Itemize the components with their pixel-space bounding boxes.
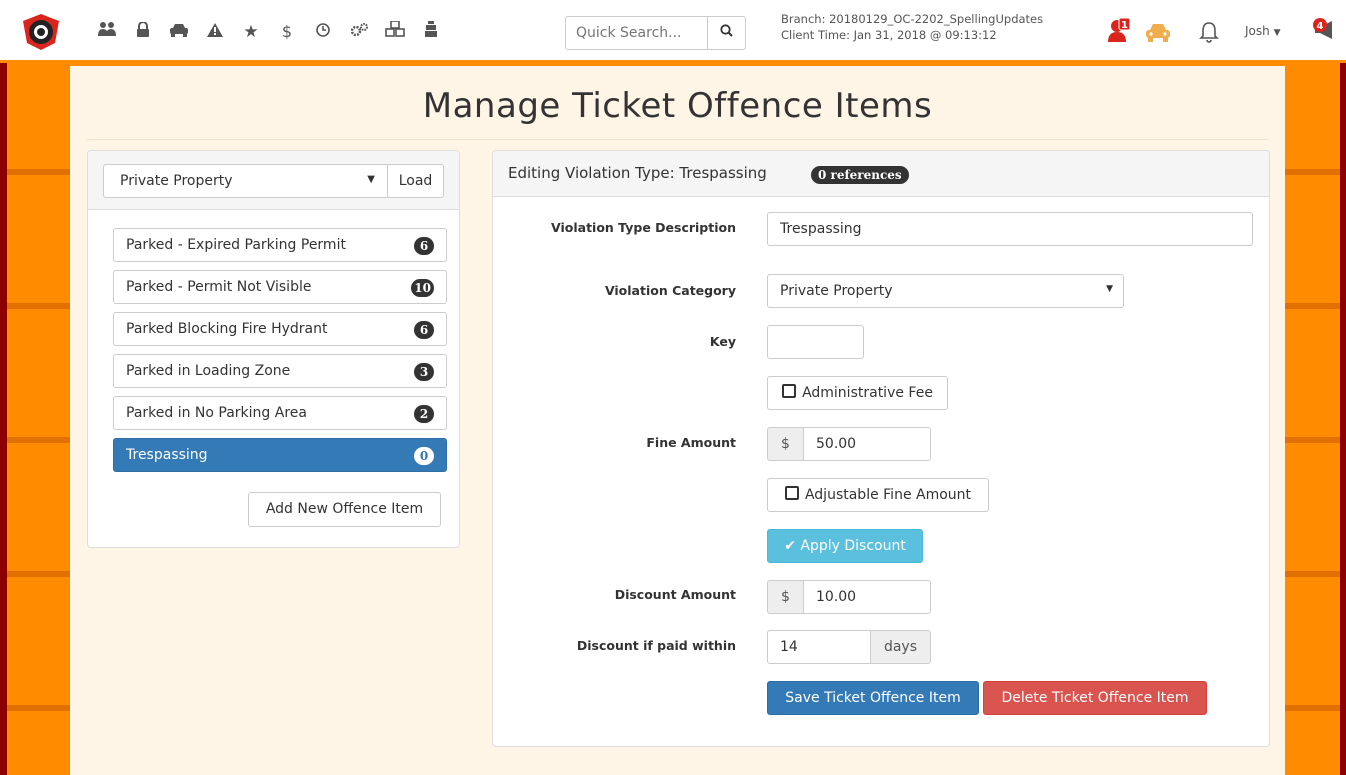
list-item-label: Parked - Expired Parking Permit [126, 237, 346, 253]
list-item-label: Parked in Loading Zone [126, 363, 291, 379]
search-button[interactable] [707, 16, 746, 50]
search-icon [720, 24, 733, 37]
days-addon: days [870, 630, 931, 664]
warning-icon[interactable] [200, 20, 230, 44]
key-label: Key [709, 334, 736, 349]
page-title: Manage Ticket Offence Items [422, 86, 933, 126]
editor-heading: Editing Violation Type: Trespassing [508, 164, 767, 182]
list-item-count: 6 [414, 237, 434, 255]
list-item[interactable]: Parked - Permit Not Visible 10 [113, 270, 447, 304]
app-logo-icon[interactable] [22, 13, 60, 51]
check-icon: ✔ [784, 538, 796, 554]
load-button[interactable]: Load [387, 164, 444, 198]
nav-icon-bar: ★ $ [92, 20, 452, 44]
branch-info: Branch: 20180129_OC-2202_SpellingUpdates… [781, 11, 1043, 43]
adjustable-fine-toggle[interactable]: Adjustable Fine Amount [767, 478, 989, 512]
window-frame-right [1340, 0, 1346, 775]
offence-items-panel: Private Property ▼ Load Parked - Expired… [87, 150, 460, 548]
megaphone-icon[interactable]: 4 [1310, 17, 1340, 45]
add-offence-item-button[interactable]: Add New Offence Item [248, 492, 441, 527]
discount-currency-addon: $ [767, 580, 803, 614]
user-name: Josh [1245, 24, 1270, 38]
search-input[interactable] [565, 16, 707, 50]
user-alert-count: 1 [1121, 20, 1128, 31]
offence-list: Parked - Expired Parking Permit 6 Parked… [113, 228, 447, 480]
delete-offence-item-button[interactable]: Delete Ticket Offence Item [983, 681, 1207, 715]
category-label: Violation Category [604, 283, 736, 298]
category-select-value: Private Property [120, 173, 233, 189]
list-item-count: 2 [414, 405, 434, 423]
list-item-label: Parked Blocking Fire Hydrant [126, 321, 328, 337]
discount-days-input[interactable] [767, 630, 871, 664]
category-picker: Private Property ▼ Load [88, 151, 459, 210]
quick-search [565, 16, 746, 50]
top-navbar: ★ $ Branch: 20180129_OC-2202_SpellingUpd… [0, 0, 1346, 63]
list-item[interactable]: Parked in No Parking Area 2 [113, 396, 447, 430]
dollar-icon[interactable]: $ [272, 20, 302, 44]
car-icon[interactable] [164, 20, 194, 44]
caret-down-icon: ▼ [367, 174, 375, 185]
road-icon[interactable] [416, 20, 446, 44]
save-offence-item-button[interactable]: Save Ticket Offence Item [767, 681, 979, 715]
list-item-label: Trespassing [126, 447, 208, 463]
fine-amount-label: Fine Amount [646, 435, 736, 450]
client-time: Client Time: Jan 31, 2018 @ 09:13:12 [781, 28, 997, 42]
references-badge: 0 references [811, 166, 909, 184]
list-item[interactable]: Parked in Loading Zone 3 [113, 354, 447, 388]
cubes-icon[interactable] [380, 20, 410, 44]
main-container: Manage Ticket Offence Items Private Prop… [70, 66, 1285, 775]
list-item-count: 6 [414, 321, 434, 339]
list-item-label: Parked - Permit Not Visible [126, 279, 312, 295]
fine-amount-input[interactable] [803, 427, 931, 461]
list-item-count: 0 [414, 447, 434, 465]
list-item-active[interactable]: Trespassing 0 [113, 438, 447, 472]
list-item-count: 3 [414, 363, 434, 381]
bell-icon[interactable] [1199, 21, 1219, 43]
key-input[interactable] [767, 325, 864, 359]
discount-amount-input[interactable] [803, 580, 931, 614]
checkbox-icon [784, 486, 799, 500]
discount-amount-label: Discount Amount [614, 587, 736, 602]
list-item[interactable]: Parked - Expired Parking Permit 6 [113, 228, 447, 262]
caret-down-icon: ▼ [1106, 284, 1113, 294]
category-select[interactable]: Private Property ▼ [103, 164, 387, 198]
list-item-label: Parked in No Parking Area [126, 405, 307, 421]
user-menu[interactable]: Josh ▼ [1245, 24, 1281, 38]
description-input[interactable] [767, 212, 1253, 246]
title-divider [87, 139, 1268, 140]
editor-header: Editing Violation Type: Trespassing 0 re… [493, 151, 1269, 197]
window-frame-left [0, 0, 7, 775]
violation-category-select[interactable]: Private Property ▼ [767, 274, 1124, 308]
users-icon[interactable] [92, 20, 122, 44]
clock-icon[interactable] [308, 20, 338, 44]
notification-count: 4 [1317, 21, 1324, 32]
apply-discount-button[interactable]: ✔ Apply Discount [767, 529, 923, 563]
administrative-fee-toggle[interactable]: Administrative Fee [767, 376, 948, 410]
branch-name: Branch: 20180129_OC-2202_SpellingUpdates [781, 12, 1044, 26]
administrative-fee-label: Administrative Fee [802, 385, 933, 401]
violation-category-value: Private Property [780, 283, 893, 299]
apply-discount-label: Apply Discount [800, 538, 906, 554]
list-item-count: 10 [411, 279, 434, 297]
cogs-icon[interactable] [344, 20, 374, 44]
description-label: Violation Type Description [551, 220, 736, 235]
chevron-down-icon: ▼ [1273, 28, 1281, 38]
editor-panel: Editing Violation Type: Trespassing 0 re… [492, 150, 1270, 747]
star-icon[interactable]: ★ [236, 20, 266, 44]
fine-currency-addon: $ [767, 427, 803, 461]
adjustable-fine-label: Adjustable Fine Amount [804, 487, 972, 503]
checkbox-icon [782, 384, 797, 398]
user-alert-icon[interactable]: 1 [1108, 18, 1130, 44]
list-item[interactable]: Parked Blocking Fire Hydrant 6 [113, 312, 447, 346]
discount-within-label: Discount if paid within [576, 638, 736, 653]
vehicle-alert-icon[interactable] [1146, 22, 1170, 42]
lock-icon[interactable] [128, 20, 158, 44]
